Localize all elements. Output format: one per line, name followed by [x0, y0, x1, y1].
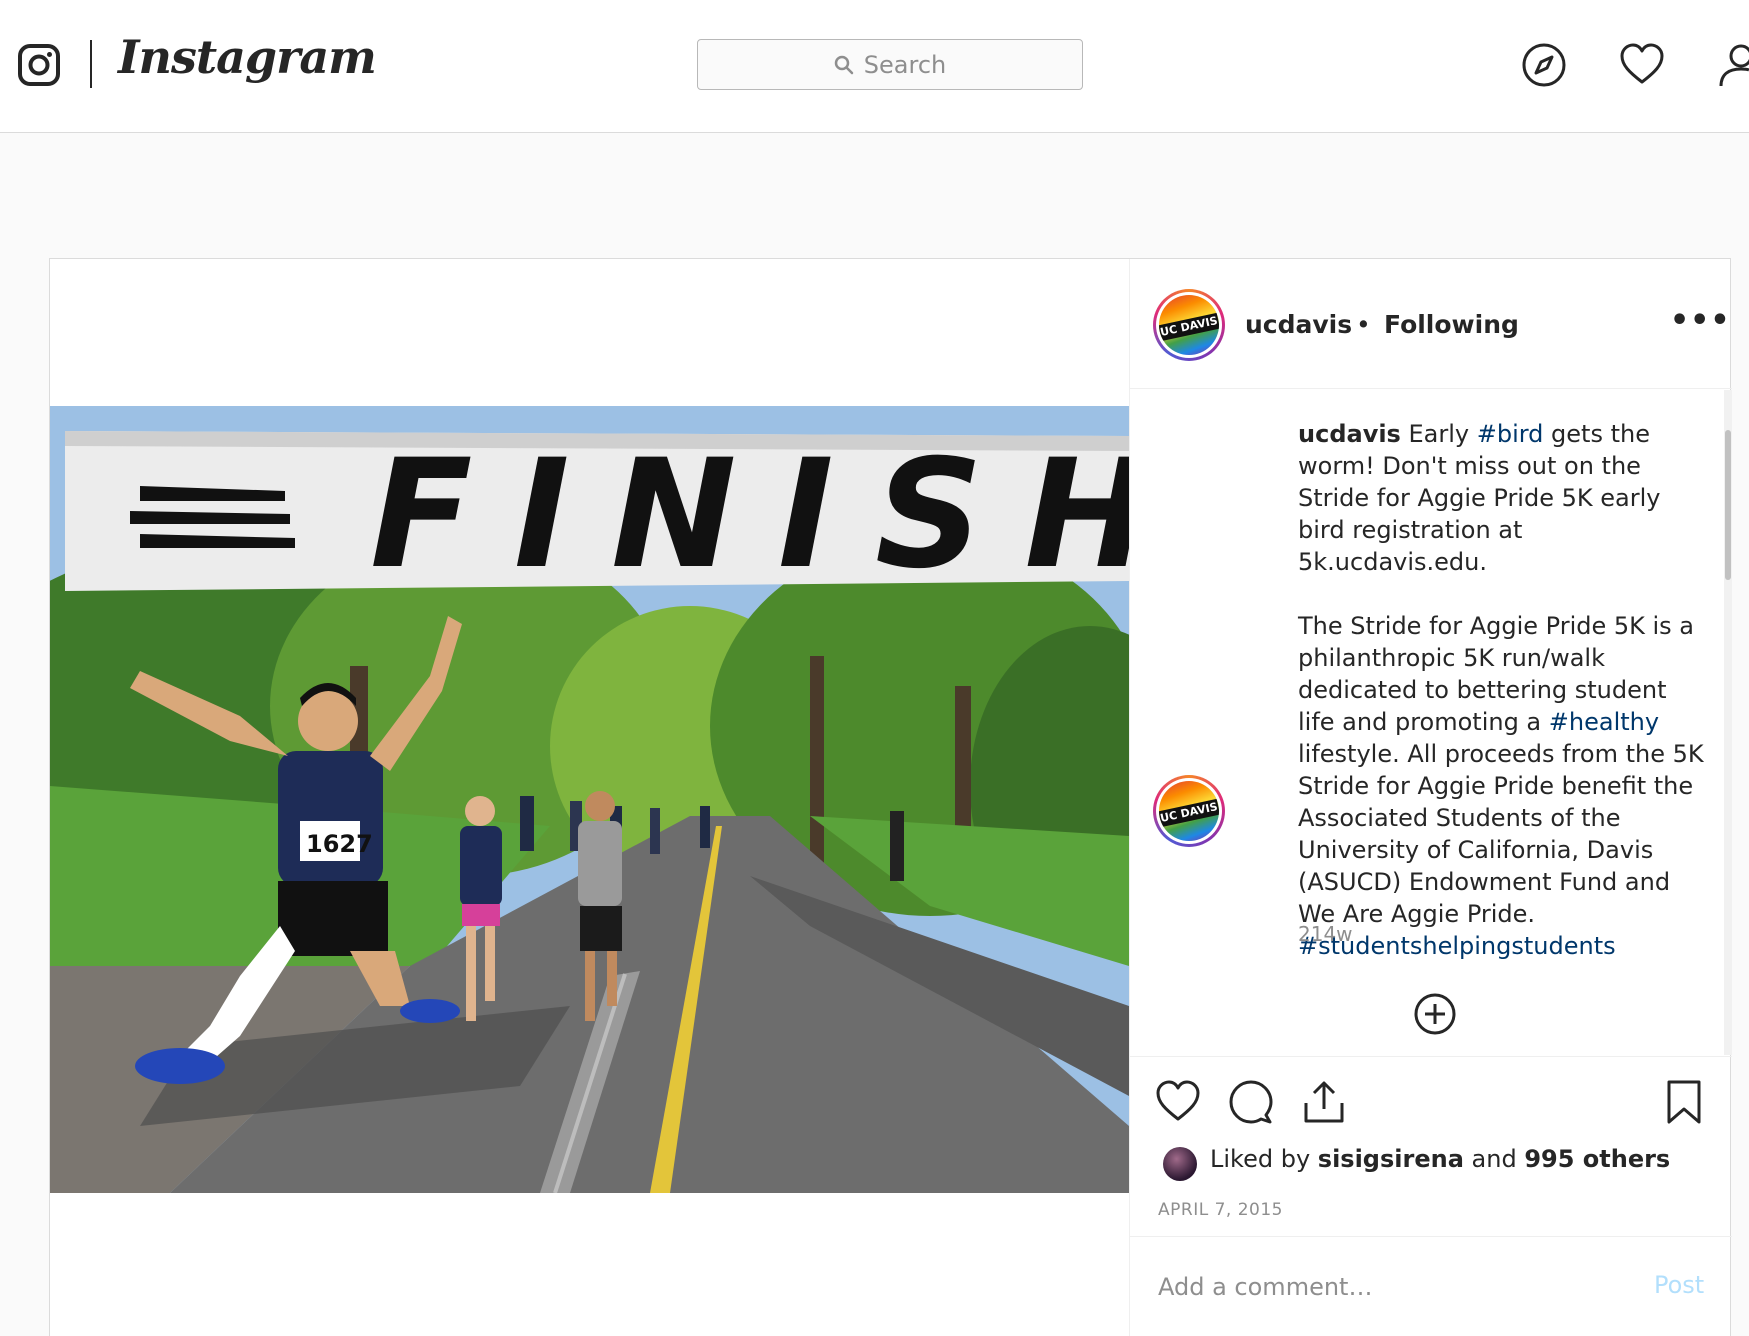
likes-others-count[interactable]: 995 others: [1524, 1145, 1670, 1173]
search-icon: [834, 55, 854, 74]
heart-icon[interactable]: [1619, 42, 1665, 88]
like-icon[interactable]: [1155, 1079, 1201, 1125]
post-card: 1627 FINISH UC DAVIS uc: [49, 258, 1732, 1336]
instagram-glyph-icon[interactable]: [18, 44, 60, 86]
finish-line-photo: 1627 FINISH: [50, 406, 1129, 1193]
avatar-text: UC DAVIS: [1159, 312, 1219, 342]
comment-icon[interactable]: [1228, 1079, 1274, 1125]
caption-username[interactable]: ucdavis: [1298, 420, 1401, 448]
author-avatar[interactable]: UC DAVIS: [1153, 289, 1225, 361]
top-nav: Instagram Search: [0, 0, 1749, 133]
hashtag-healthy[interactable]: #healthy: [1549, 708, 1659, 736]
author-username[interactable]: ucdavis: [1245, 310, 1352, 339]
search-box[interactable]: Search: [697, 39, 1083, 90]
post-comment-button[interactable]: Post: [1654, 1271, 1704, 1299]
compass-icon[interactable]: [1521, 42, 1567, 88]
liker-username[interactable]: sisigsirena: [1318, 1145, 1464, 1173]
comment-input[interactable]: [1158, 1237, 1618, 1336]
liker-avatar[interactable]: [1163, 1147, 1197, 1181]
instagram-wordmark[interactable]: Instagram: [118, 30, 377, 84]
post-photo[interactable]: 1627 FINISH: [50, 406, 1129, 1193]
share-icon[interactable]: [1301, 1079, 1347, 1125]
caption-age[interactable]: 214w: [1298, 922, 1353, 946]
hashtag-bird[interactable]: #bird: [1477, 420, 1544, 448]
save-bookmark-icon[interactable]: [1661, 1079, 1707, 1125]
post-media: 1627 FINISH: [50, 259, 1129, 1336]
caption-scrollbar[interactable]: [1724, 390, 1732, 1055]
post-sidebar: UC DAVIS ucdavis • Following ••• UC DAVI…: [1129, 259, 1732, 1336]
comment-form: Post: [1130, 1236, 1732, 1336]
search-placeholder: Search: [863, 50, 947, 79]
post-date[interactable]: APRIL 7, 2015: [1158, 1200, 1283, 1220]
post-caption: ucdavis Early #bird gets the worm! Don't…: [1298, 420, 1704, 960]
caption-area: UC DAVIS ucdavis Early #bird gets the wo…: [1130, 390, 1732, 1055]
following-button[interactable]: Following: [1384, 310, 1519, 339]
caption-avatar[interactable]: UC DAVIS: [1153, 775, 1225, 847]
likes-summary[interactable]: Liked by sisigsirena and 995 others: [1210, 1145, 1670, 1173]
profile-icon[interactable]: [1717, 42, 1749, 88]
scrollbar-thumb[interactable]: [1725, 430, 1731, 580]
more-options-button[interactable]: •••: [1670, 303, 1731, 338]
bib-number: 1627: [306, 830, 373, 858]
load-more-comments-icon[interactable]: [1412, 991, 1458, 1037]
post-header: UC DAVIS ucdavis • Following •••: [1130, 259, 1732, 389]
nav-divider: [90, 40, 92, 88]
separator-dot: •: [1356, 310, 1371, 339]
